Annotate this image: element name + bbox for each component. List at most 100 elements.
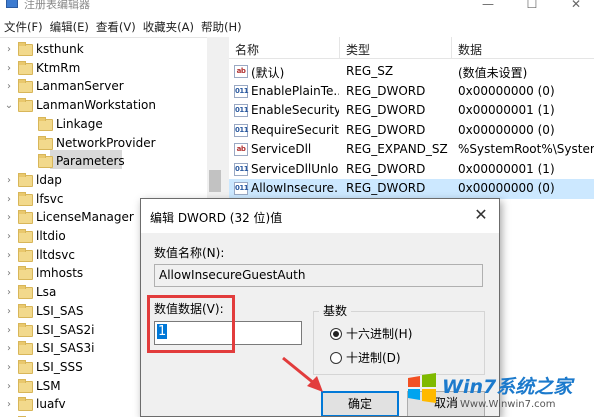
tree-item[interactable]: Linkage: [0, 115, 207, 134]
tree-item[interactable]: ⌄ LanmanWorkstation: [0, 96, 207, 115]
window-titlebar: 注册表编辑器 — ☐ ✕: [0, 0, 594, 17]
folder-icon: [18, 285, 33, 300]
list-header: 名称 类型 数据: [229, 37, 594, 59]
menu-favorites[interactable]: 收藏夹(A): [143, 19, 201, 35]
chevron-right-icon[interactable]: ›: [4, 190, 14, 209]
minimize-button[interactable]: —: [468, 0, 508, 11]
tree-item[interactable]: Parameters: [0, 152, 207, 171]
value-data-cell: 0x00000001 (1): [458, 161, 555, 176]
tree-item-label: LanmanServer: [36, 79, 124, 94]
value-name-field: AllowInsecureGuestAuth: [154, 264, 483, 287]
string-value-icon: ab: [234, 65, 248, 78]
chevron-right-icon[interactable]: ›: [4, 377, 14, 396]
menu-edit[interactable]: 编辑(E): [50, 19, 96, 35]
column-separator[interactable]: [451, 37, 452, 59]
tree-scrollbar-thumb[interactable]: [209, 170, 221, 192]
chevron-right-icon[interactable]: ›: [4, 246, 14, 265]
folder-icon: [18, 210, 33, 225]
chevron-right-icon[interactable]: ›: [4, 171, 14, 190]
binary-value-icon: 011: [234, 104, 249, 117]
chevron-right-icon[interactable]: [24, 115, 34, 134]
chevron-right-icon[interactable]: [24, 152, 34, 171]
chevron-right-icon[interactable]: ›: [4, 208, 14, 227]
chevron-right-icon[interactable]: ›: [4, 264, 14, 283]
tree-item[interactable]: › ksthunk: [0, 40, 207, 59]
ok-button[interactable]: 确定: [321, 391, 399, 416]
chevron-down-icon[interactable]: ⌄: [4, 96, 14, 115]
value-row[interactable]: 011ServiceDllUnlo... REG_DWORD 0x00000001 …: [229, 160, 594, 180]
folder-icon: [18, 229, 33, 243]
menu-help[interactable]: 帮助(H): [201, 19, 249, 35]
chevron-right-icon[interactable]: ›: [4, 395, 14, 414]
menu-view[interactable]: 查看(V): [96, 19, 143, 35]
maximize-button[interactable]: ☐: [512, 0, 552, 11]
watermark: Win7系统之家 Www.Winwin7.com: [404, 368, 594, 417]
column-header-name[interactable]: 名称: [235, 41, 259, 58]
menu-file[interactable]: 文件(F): [4, 19, 50, 35]
value-name-cell: EnablePlainTe...: [251, 83, 339, 98]
tree-item-label: luafv: [36, 397, 66, 412]
tree-item-label: lltdio: [36, 229, 66, 243]
value-name-label: 数值名称(N):: [154, 246, 225, 260]
dialog-close-icon[interactable]: ✕: [471, 205, 491, 225]
radio-dec-option[interactable]: 十进制(D): [330, 349, 401, 366]
close-window-button[interactable]: ✕: [556, 0, 594, 11]
chevron-right-icon[interactable]: ›: [4, 358, 14, 377]
binary-value-icon: 011: [234, 162, 249, 176]
tree-item-label: Parameters: [56, 154, 125, 169]
folder-icon: [18, 98, 33, 113]
value-row[interactable]: 011 AllowInsecure... REG_DWORD 0x00000000 (…: [229, 179, 594, 199]
chevron-right-icon[interactable]: ›: [4, 59, 14, 78]
chevron-right-icon[interactable]: ›: [4, 227, 14, 246]
column-separator[interactable]: [339, 37, 340, 59]
value-type-cell: REG_SZ: [346, 64, 394, 78]
tree-item-label: NetworkProvider: [56, 135, 156, 150]
dialog-title: 编辑 DWORD (32 位)值: [150, 211, 283, 225]
value-row[interactable]: 011RequireSecurit... REG_DWORD 0x00000000 …: [229, 121, 594, 141]
radio-hex-option[interactable]: 十六进制(H): [330, 325, 412, 342]
tree-item[interactable]: › KtmRm: [0, 59, 207, 78]
folder-icon: [18, 359, 33, 374]
value-type-cell: REG_EXPAND_SZ: [346, 142, 448, 156]
tree-item[interactable]: NetworkProvider: [0, 134, 207, 153]
value-data-cell: 0x00000001 (1): [458, 103, 555, 117]
tree-item[interactable]: › LanmanServer: [0, 77, 207, 96]
value-row[interactable]: ab (默认) REG_SZ (数值未设置): [229, 62, 594, 82]
value-row[interactable]: 011EnableSecurity... REG_DWORD 0x00000001 …: [229, 101, 594, 121]
annotation-highlight-box: [147, 295, 235, 353]
value-name-cell: EnableSecurity...: [251, 103, 339, 117]
chevron-right-icon[interactable]: ›: [4, 302, 14, 321]
tree-item[interactable]: › ldap: [0, 171, 207, 190]
chevron-right-icon[interactable]: ›: [4, 283, 14, 302]
folder-icon: [18, 266, 33, 281]
chevron-right-icon[interactable]: ›: [4, 40, 14, 59]
value-row[interactable]: ab ServiceDll REG_EXPAND_SZ %SystemRoot%\Sy…: [229, 140, 594, 160]
chevron-right-icon[interactable]: ›: [4, 321, 14, 340]
tree-item-label: Lsa: [36, 285, 57, 300]
value-name-cell: ServiceDllUnlo...: [251, 161, 339, 176]
column-header-type[interactable]: 类型: [346, 41, 370, 58]
chevron-right-icon[interactable]: ›: [4, 77, 14, 96]
folder-icon: [38, 154, 53, 169]
chevron-right-icon[interactable]: [24, 134, 34, 153]
tree-item-label: LSM: [36, 378, 61, 393]
binary-value-icon: 011: [234, 182, 249, 195]
tree-item-label: lfsvc: [36, 191, 64, 206]
folder-icon: [18, 322, 33, 337]
value-type-cell: REG_DWORD: [346, 122, 426, 137]
tree-item-label: KtmRm: [36, 60, 81, 75]
value-row[interactable]: 011 EnablePlainTe... REG_DWORD 0x00000000 (…: [229, 82, 594, 102]
column-header-data[interactable]: 数据: [458, 41, 482, 58]
radio-hex[interactable]: [330, 327, 342, 340]
chevron-right-icon[interactable]: ›: [4, 339, 14, 358]
tree-item-label: ksthunk: [36, 42, 84, 56]
folder-icon: [18, 191, 33, 206]
radio-dec[interactable]: [330, 351, 342, 364]
value-data-cell: 0x00000000 (0): [458, 83, 555, 98]
value-name-cell: AllowInsecure...: [251, 181, 339, 195]
tree-item-label: LicenseManager: [36, 210, 134, 225]
value-data-cell: 0x00000000 (0): [458, 181, 555, 195]
folder-icon: [18, 247, 33, 262]
menu-bar: 文件(F) 编辑(E) 查看(V) 收藏夹(A) 帮助(H): [0, 17, 594, 37]
value-data-cell: 0x00000000 (0): [458, 122, 555, 137]
